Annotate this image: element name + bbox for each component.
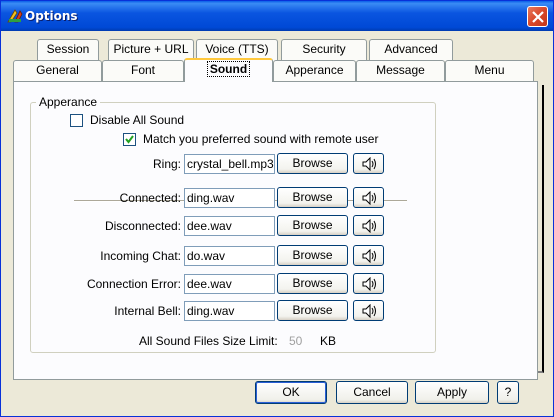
tab-sound[interactable]: Sound: [184, 58, 273, 82]
title-bar[interactable]: Options: [1, 1, 553, 31]
sound-tab-panel: Apperance Disable All Sound Match you pr…: [13, 81, 538, 380]
incoming-chat-play-button[interactable]: [353, 245, 384, 266]
speaker-icon: [362, 191, 376, 205]
size-limit-label: All Sound Files Size Limit:: [139, 334, 278, 348]
connected-label: Connected:: [119, 191, 181, 205]
window-title: Options: [25, 9, 78, 23]
tab-label: Advanced: [384, 42, 438, 56]
tab-label: Picture + URL: [113, 42, 189, 56]
connected-field[interactable]: ding.wav: [184, 188, 275, 208]
size-limit-unit: KB: [320, 334, 337, 348]
ok-button[interactable]: OK: [255, 381, 327, 404]
speaker-icon: [362, 219, 376, 233]
tab-label: Security: [302, 42, 346, 56]
tab-general[interactable]: General: [13, 60, 102, 82]
apply-button[interactable]: Apply: [415, 381, 489, 404]
connected-browse-button[interactable]: Browse: [277, 187, 348, 208]
ring-field[interactable]: crystal_bell.mp3: [184, 154, 275, 174]
match-preferred-label: Match you preferred sound with remote us…: [143, 132, 379, 146]
speaker-icon: [362, 249, 376, 263]
cancel-label: Cancel: [353, 385, 391, 399]
speaker-icon: [362, 304, 376, 318]
tab-label: Voice (TTS): [205, 42, 269, 56]
apply-label: Apply: [436, 385, 468, 399]
help-label: ?: [504, 385, 512, 399]
tab-label: General: [36, 63, 79, 77]
incoming-chat-browse-button[interactable]: Browse: [277, 245, 348, 266]
internal-bell-label: Internal Bell:: [114, 304, 181, 318]
disconnected-field[interactable]: dee.wav: [184, 216, 275, 236]
tab-session[interactable]: Session: [37, 39, 99, 61]
speaker-icon: [362, 157, 376, 171]
ring-browse-button[interactable]: Browse: [277, 153, 348, 174]
disconnected-play-button[interactable]: [353, 215, 384, 236]
checkmark-icon: [125, 135, 134, 144]
tab-apperance[interactable]: Apperance: [273, 60, 356, 82]
connected-play-button[interactable]: [353, 187, 384, 208]
tab-label: Font: [130, 63, 155, 77]
disconnected-label: Disconnected:: [104, 219, 181, 233]
tab-message[interactable]: Message: [356, 60, 445, 82]
close-button[interactable]: [527, 6, 548, 27]
close-icon: [532, 11, 544, 23]
incoming-chat-label: Incoming Chat:: [100, 249, 181, 263]
speaker-icon: [362, 277, 376, 291]
disconnected-browse-button[interactable]: Browse: [277, 215, 348, 236]
internal-bell-play-button[interactable]: [353, 300, 384, 321]
incoming-chat-field[interactable]: do.wav: [184, 246, 275, 266]
tab-advanced[interactable]: Advanced: [369, 39, 453, 61]
tab-label: Message: [376, 63, 425, 77]
tab-label: Session: [46, 42, 90, 56]
group-legend: Apperance: [36, 95, 101, 109]
connection-error-play-button[interactable]: [353, 273, 384, 294]
disable-all-sound-checkbox[interactable]: [70, 114, 83, 127]
tab-menu[interactable]: Menu: [445, 60, 534, 82]
options-window: Options Session Picture + URL Voice (TTS…: [0, 0, 554, 417]
match-preferred-checkbox[interactable]: [123, 133, 136, 146]
ring-label: Ring:: [152, 157, 181, 171]
ok-label: OK: [282, 385, 300, 399]
connection-error-label: Connection Error:: [86, 277, 181, 291]
tab-label: Sound: [206, 61, 251, 77]
tab-label: Apperance: [285, 63, 344, 77]
connection-error-field[interactable]: dee.wav: [184, 274, 275, 294]
ring-play-button[interactable]: [353, 153, 384, 174]
cancel-button[interactable]: Cancel: [336, 381, 408, 404]
disable-all-sound-label: Disable All Sound: [90, 113, 185, 127]
internal-bell-browse-button[interactable]: Browse: [277, 300, 348, 321]
tab-security[interactable]: Security: [281, 39, 367, 61]
internal-bell-field[interactable]: ding.wav: [184, 301, 275, 321]
apperance-group: Apperance Disable All Sound Match you pr…: [30, 95, 436, 353]
tab-picture-url[interactable]: Picture + URL: [108, 39, 194, 61]
size-limit-value[interactable]: 50: [289, 334, 302, 348]
tab-label: Menu: [474, 63, 505, 77]
connection-error-browse-button[interactable]: Browse: [277, 273, 348, 294]
app-icon: [7, 9, 23, 23]
tab-font[interactable]: Font: [102, 60, 184, 82]
help-button[interactable]: ?: [497, 381, 519, 404]
